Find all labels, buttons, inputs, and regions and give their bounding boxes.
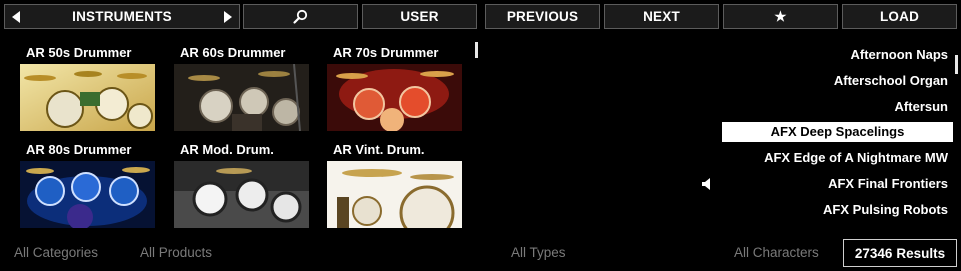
- favorite-button[interactable]: ★: [723, 4, 838, 29]
- product-tile-label: AR Vint. Drum.: [333, 142, 425, 157]
- star-icon: ★: [774, 8, 787, 24]
- product-tile-ar-mod-drum[interactable]: AR Mod. Drum.: [174, 139, 309, 228]
- preset-item[interactable]: Afternoon Naps: [722, 45, 953, 65]
- results-label: Results: [896, 245, 946, 261]
- product-tile-ar-70s-drummer[interactable]: AR 70s Drummer: [327, 42, 462, 131]
- product-artwork: [327, 64, 462, 131]
- preset-item[interactable]: AFX Edge of A Nightmare MW: [722, 148, 953, 168]
- category-selector[interactable]: INSTRUMENTS: [4, 4, 240, 29]
- products-filter[interactable]: All Products: [140, 245, 212, 260]
- preset-item[interactable]: Aftersun: [722, 97, 953, 117]
- preset-item[interactable]: AFX Final Frontiers: [722, 174, 953, 194]
- search-icon: [292, 9, 307, 24]
- product-tile-ar-50s-drummer[interactable]: AR 50s Drummer: [20, 42, 155, 131]
- product-tile-label: AR 80s Drummer: [26, 142, 132, 157]
- product-tile-label: AR 70s Drummer: [333, 45, 439, 60]
- types-filter[interactable]: All Types: [511, 245, 566, 260]
- triangle-right-icon[interactable]: [224, 11, 232, 23]
- speaker-icon[interactable]: [702, 178, 712, 190]
- categories-filter[interactable]: All Categories: [14, 245, 98, 260]
- user-label: USER: [400, 9, 439, 24]
- product-artwork: [20, 161, 155, 228]
- category-label: INSTRUMENTS: [72, 9, 172, 24]
- triangle-left-icon[interactable]: [12, 11, 20, 23]
- next-label: NEXT: [643, 9, 680, 24]
- product-artwork: [174, 64, 309, 131]
- results-counter: 27346 Results: [843, 239, 957, 267]
- preset-item-selected[interactable]: AFX Deep Spacelings: [722, 122, 953, 142]
- load-label: LOAD: [879, 9, 920, 24]
- product-tile-label: AR Mod. Drum.: [180, 142, 274, 157]
- product-scrollbar[interactable]: [475, 42, 478, 58]
- preset-item[interactable]: AFX Pulsing Robots: [722, 200, 953, 220]
- user-button[interactable]: USER: [362, 4, 477, 29]
- previous-button[interactable]: PREVIOUS: [485, 4, 600, 29]
- product-tile-label: AR 60s Drummer: [180, 45, 286, 60]
- preset-scrollbar[interactable]: [955, 55, 958, 74]
- product-tile-ar-vint-drum[interactable]: AR Vint. Drum.: [327, 139, 462, 228]
- product-tile-ar-60s-drummer[interactable]: AR 60s Drummer: [174, 42, 309, 131]
- previous-label: PREVIOUS: [506, 9, 579, 24]
- product-tile-ar-80s-drummer[interactable]: AR 80s Drummer: [20, 139, 155, 228]
- results-count: 27346: [854, 245, 893, 261]
- next-button[interactable]: NEXT: [604, 4, 719, 29]
- characters-filter[interactable]: All Characters: [734, 245, 819, 260]
- browser-toolbar: INSTRUMENTS USER PREVIOUS NEXT ★ LOAD: [4, 4, 957, 29]
- product-artwork: [174, 161, 309, 228]
- product-tile-label: AR 50s Drummer: [26, 45, 132, 60]
- product-artwork: [327, 161, 462, 228]
- product-artwork: [20, 64, 155, 131]
- preset-item[interactable]: Afterschool Organ: [722, 71, 953, 91]
- load-button[interactable]: LOAD: [842, 4, 957, 29]
- search-button[interactable]: [243, 4, 358, 29]
